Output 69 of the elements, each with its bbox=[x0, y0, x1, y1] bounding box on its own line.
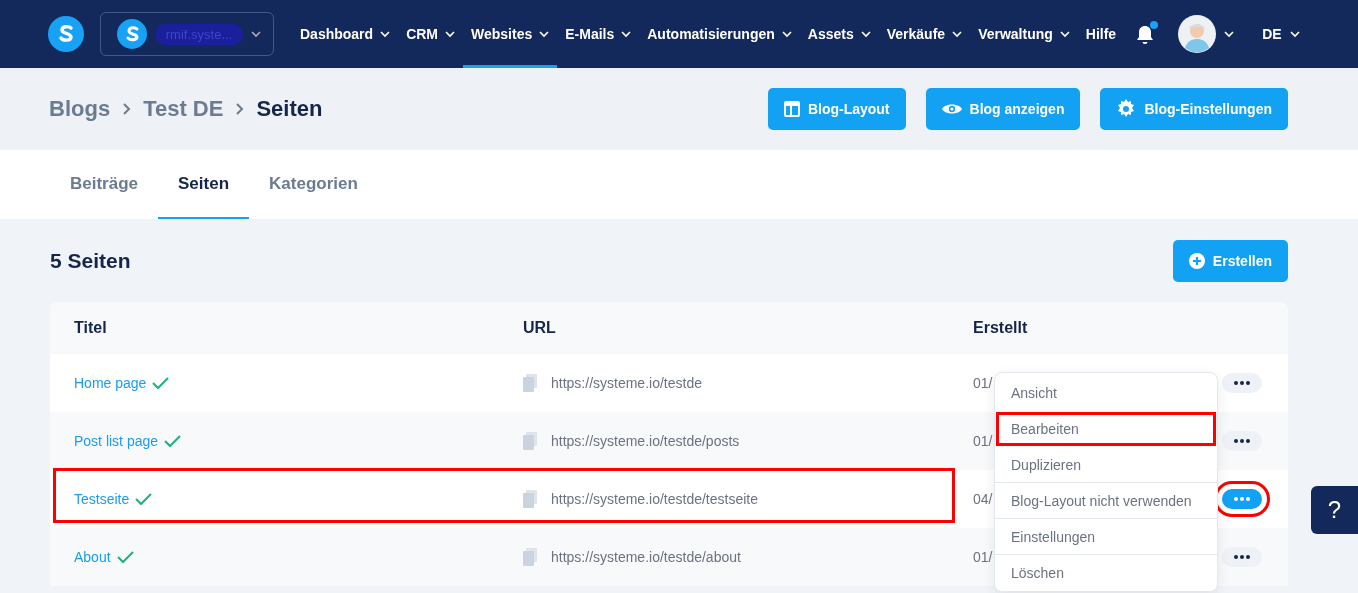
tab[interactable]: Kategorien bbox=[249, 150, 378, 219]
nav-menu-item[interactable]: Assets bbox=[799, 0, 879, 68]
avatar-icon bbox=[1178, 15, 1217, 53]
caret-icon bbox=[539, 30, 550, 38]
nav-menu-item[interactable]: E-Mails bbox=[557, 0, 640, 68]
page-url: https://systeme.io/testde/about bbox=[551, 549, 741, 565]
more-dots-icon bbox=[1234, 497, 1250, 501]
chevron-right-icon bbox=[235, 103, 245, 115]
logo-icon[interactable] bbox=[48, 16, 84, 52]
caret-icon bbox=[380, 30, 391, 38]
page-title-link[interactable]: Home page bbox=[74, 375, 147, 391]
page-url: https://systeme.io/testde bbox=[551, 375, 702, 391]
caret-icon bbox=[1059, 30, 1070, 38]
nav-menu-item[interactable]: Verwaltung bbox=[970, 0, 1078, 68]
context-menu-item[interactable]: Löschen bbox=[995, 555, 1217, 591]
tab[interactable]: Beiträge bbox=[50, 150, 159, 219]
page-title-link[interactable]: Testseite bbox=[74, 491, 130, 507]
nav-menu-item[interactable]: CRM bbox=[398, 0, 463, 68]
nav-menu-item[interactable]: Dashboard bbox=[292, 0, 399, 68]
caret-icon bbox=[952, 30, 963, 38]
context-menu-item[interactable]: Blog-Layout nicht verwenden bbox=[995, 483, 1217, 519]
column-header: Erstellt bbox=[973, 319, 1029, 337]
more-actions-button[interactable] bbox=[1222, 431, 1262, 451]
breadcrumb-link[interactable]: Test DE bbox=[143, 96, 224, 122]
nav-menu-item[interactable]: Hilfe bbox=[1077, 0, 1125, 68]
created-date: 01/ bbox=[973, 549, 993, 565]
settings-icon bbox=[1116, 99, 1137, 119]
breadcrumb-link[interactable]: Blogs bbox=[49, 96, 111, 122]
more-actions-button[interactable] bbox=[1222, 547, 1262, 567]
caret-icon bbox=[445, 30, 455, 38]
column-header: Titel bbox=[74, 319, 108, 337]
page-url: https://systeme.io/testde/testseite bbox=[551, 491, 758, 507]
caret-icon bbox=[1224, 30, 1235, 38]
context-menu-item[interactable]: Einstellungen bbox=[995, 519, 1217, 555]
page-title-link[interactable]: About bbox=[74, 549, 111, 565]
created-date: 01/ bbox=[973, 375, 993, 391]
layout-icon bbox=[783, 101, 800, 117]
more-actions-button[interactable] bbox=[1222, 373, 1262, 393]
caret-icon bbox=[781, 30, 792, 38]
bell-icon[interactable] bbox=[1136, 24, 1155, 44]
caret-icon bbox=[251, 30, 261, 38]
caret-icon bbox=[860, 30, 871, 38]
plus-circle-icon bbox=[1188, 253, 1205, 269]
more-dots-icon bbox=[1234, 381, 1250, 385]
header-button[interactable]: Blog-Einstellungen bbox=[1100, 88, 1288, 130]
created-date: 01/ bbox=[973, 433, 993, 449]
page-title: Seiten bbox=[256, 96, 323, 122]
page-title-link[interactable]: Post list page bbox=[74, 433, 159, 449]
chevron-right-icon bbox=[122, 103, 132, 115]
header-button[interactable]: Blog-Layout bbox=[767, 88, 906, 130]
language-selector[interactable]: DE bbox=[1256, 25, 1306, 43]
nav-menu-item[interactable]: Verkäufe bbox=[878, 0, 971, 68]
caret-icon bbox=[621, 30, 632, 38]
account-logo-icon bbox=[117, 19, 147, 49]
column-header: URL bbox=[523, 319, 557, 337]
context-menu-item[interactable]: Duplizieren bbox=[995, 447, 1217, 483]
help-button[interactable]: ? bbox=[1311, 486, 1358, 534]
page-url: https://systeme.io/testde/posts bbox=[551, 433, 740, 449]
created-date: 04/ bbox=[973, 491, 993, 507]
caret-icon bbox=[1289, 30, 1300, 38]
context-menu-item[interactable]: Bearbeiten bbox=[995, 411, 1217, 447]
header-button[interactable]: Blog anzeigen bbox=[925, 88, 1081, 130]
create-button[interactable]: Erstellen bbox=[1172, 240, 1288, 282]
tab[interactable]: Seiten bbox=[158, 150, 250, 219]
section-title: 5 Seiten bbox=[50, 249, 131, 273]
more-dots-icon bbox=[1234, 439, 1250, 443]
more-dots-icon bbox=[1234, 555, 1250, 559]
context-menu-item[interactable]: Ansicht bbox=[995, 375, 1217, 411]
nav-menu-item[interactable]: Automatisierungen bbox=[639, 0, 800, 68]
